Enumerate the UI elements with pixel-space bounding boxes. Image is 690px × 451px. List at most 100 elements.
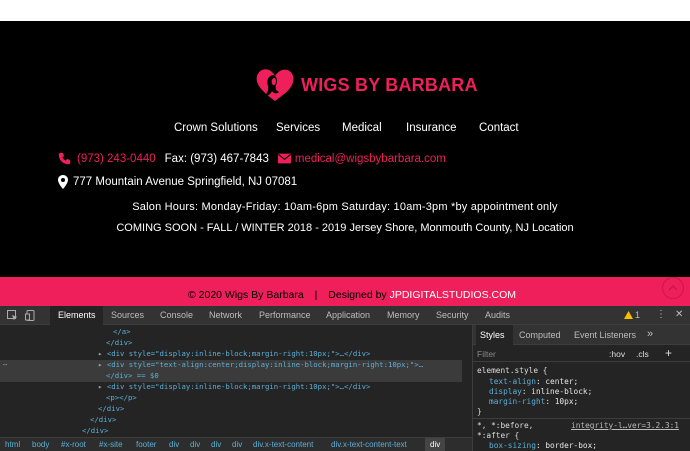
dom-node[interactable]: </div> [0, 338, 132, 349]
crumb-div[interactable]: div [169, 440, 179, 449]
expand-triangle-icon[interactable]: ▸ [98, 349, 102, 358]
kebab-menu-icon[interactable]: ⋮ [656, 309, 666, 320]
expand-triangle-icon[interactable]: ▸ [98, 360, 102, 369]
page-top-strip [0, 0, 690, 21]
style-value: 10px; [554, 397, 579, 406]
tab-elements[interactable]: Elements [58, 310, 96, 320]
woman-silhouette-logo-icon [256, 69, 294, 101]
address-row: 777 Mountain Avenue Springfield, NJ 0708… [58, 175, 297, 189]
site-logo[interactable]: WIGS BY BARBARA [255, 67, 478, 103]
crumb-body[interactable]: body [32, 440, 49, 449]
crumb-x-text-content[interactable]: div.x-text-content [253, 440, 313, 449]
tab-audits[interactable]: Audits [485, 310, 510, 320]
warning-icon[interactable] [624, 311, 633, 319]
crumb-html[interactable]: html [5, 440, 20, 449]
tab-styles[interactable]: Styles [480, 330, 505, 340]
dom-node-text: <div style="text-align:center;display:in… [106, 360, 424, 369]
copyright-text: © 2020 Wigs By Barbara | Designed by JPD… [188, 289, 516, 301]
rule-divider [473, 418, 690, 419]
copyright-bar: © 2020 Wigs By Barbara | Designed by JPD… [0, 277, 690, 306]
email-link[interactable]: medical@wigsbybarbara.com [295, 153, 446, 165]
inspect-element-icon[interactable] [7, 310, 18, 321]
element-style-selector: element.style { [477, 366, 548, 375]
designer-link[interactable]: JPDIGITALSTUDIOS.COM [390, 289, 516, 301]
nav-services[interactable]: Services [276, 122, 320, 134]
tab-console[interactable]: Console [160, 310, 193, 320]
universal-selector: *, *:before, [477, 421, 534, 430]
warning-count: 1 [635, 310, 641, 320]
fax-number: Fax: (973) 467-7843 [164, 152, 269, 165]
styles-filter-row: :hov .cls + [473, 345, 690, 362]
designed-by-label: Designed by [328, 289, 387, 301]
tab-sources[interactable]: Sources [111, 310, 144, 320]
style-prop: display [489, 387, 522, 396]
tab-application[interactable]: Application [326, 310, 370, 320]
style-value: border-box; [545, 441, 597, 450]
crumb-x-text-content-text[interactable]: div.x-text-content-text [331, 440, 407, 449]
dom-node-selected[interactable]: ⋯ ▸ <div style="text-align:center;displa… [0, 360, 462, 371]
phone-link[interactable]: (973) 243-0440 [77, 153, 156, 165]
nav-medical[interactable]: Medical [342, 122, 382, 134]
dom-node[interactable]: </div> [0, 404, 124, 415]
node-menu-icon[interactable]: ⋯ [3, 360, 7, 369]
style-rule[interactable]: margin-right: 10px; [489, 397, 578, 406]
coming-soon-notice: COMING SOON - FALL / WINTER 2018 - 2019 … [116, 222, 574, 234]
style-prop: text-align [489, 377, 536, 386]
style-prop: box-sizing [489, 441, 536, 450]
phone-icon [58, 152, 71, 165]
crumb-x-site[interactable]: #x-site [99, 440, 123, 449]
dom-tree[interactable]: </a> </div> ▸ <div style="display:inline… [0, 325, 470, 437]
dom-node[interactable]: </div> [0, 415, 116, 426]
tab-performance[interactable]: Performance [259, 310, 311, 320]
crumb-footer[interactable]: footer [136, 440, 156, 449]
expand-triangle-icon[interactable]: ▸ [98, 382, 102, 391]
crumb-x-root[interactable]: #x-root [61, 440, 86, 449]
crumb-div[interactable]: div [211, 440, 221, 449]
tab-network[interactable]: Network [209, 310, 242, 320]
dom-node[interactable]: </a> [0, 327, 131, 338]
dom-node[interactable]: ▸ <div style="display:inline-block;margi… [0, 349, 370, 360]
tab-security[interactable]: Security [436, 310, 469, 320]
site-footer: WIGS BY BARBARA Crown Solutions Services… [0, 21, 690, 277]
crumb-div-active[interactable]: div [430, 440, 440, 449]
dom-node[interactable]: </div> [0, 426, 108, 437]
dom-node[interactable]: <p></p> [0, 393, 137, 404]
stylesheet-source-link[interactable]: integrity-l…ver=3.2.3:1 [571, 421, 679, 430]
crumb-div[interactable]: div [232, 440, 242, 449]
device-toolbar-icon[interactable] [25, 310, 36, 321]
tab-event-listeners[interactable]: Event Listeners [574, 330, 636, 340]
brand-name: WIGS BY BARBARA [301, 74, 478, 95]
envelope-icon [277, 153, 291, 164]
add-rule-icon[interactable]: + [665, 346, 672, 360]
nav-crown-solutions[interactable]: Crown Solutions [174, 122, 258, 134]
tab-memory[interactable]: Memory [387, 310, 420, 320]
contact-row: (973) 243-0440 Fax: (973) 467-7843 medic… [58, 152, 446, 165]
dom-node[interactable]: ▸ <div style="display:inline-block;margi… [0, 382, 370, 393]
crumb-div[interactable]: div [190, 440, 200, 449]
copyright-label: © 2020 Wigs By Barbara [188, 289, 304, 301]
styles-tab-bar: Styles Computed Event Listeners » [473, 325, 690, 345]
dom-breadcrumb: html body #x-root #x-site footer div div… [0, 437, 472, 451]
devtools-panel: Elements Sources Console Network Perform… [0, 306, 690, 451]
more-tabs-icon[interactable]: » [647, 328, 653, 340]
class-toggle[interactable]: .cls [636, 349, 649, 359]
style-rule[interactable]: display: inline-block; [489, 387, 592, 396]
style-rule[interactable]: box-sizing: border-box; [489, 441, 597, 450]
universal-selector-after: *:after { [477, 431, 520, 440]
copyright-separator: | [314, 289, 318, 301]
scroll-to-top-button[interactable] [662, 277, 684, 299]
nav-insurance[interactable]: Insurance [406, 122, 457, 134]
tab-computed[interactable]: Computed [519, 330, 561, 340]
dom-node-text: <div style="display:inline-block;margin-… [106, 382, 371, 391]
style-value: inline-block; [531, 387, 593, 396]
style-rule[interactable]: text-align: center; [489, 377, 578, 386]
nav-contact[interactable]: Contact [479, 122, 519, 134]
close-icon[interactable]: ✕ [675, 309, 683, 320]
dom-node-selected-end[interactable]: </div> == $0 [0, 371, 462, 382]
map-pin-icon [58, 175, 68, 189]
styles-filter-input[interactable] [477, 348, 587, 360]
address-text: 777 Mountain Avenue Springfield, NJ 0708… [73, 176, 298, 188]
chevron-up-icon [668, 285, 678, 291]
hover-state-toggle[interactable]: :hov [609, 349, 625, 359]
salon-hours: Salon Hours: Monday-Friday: 10am-6pm Sat… [132, 201, 558, 213]
